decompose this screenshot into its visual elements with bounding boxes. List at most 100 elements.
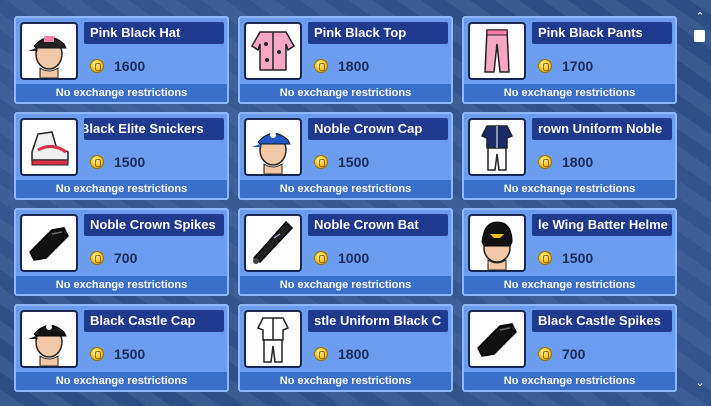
item-thumbnail — [20, 310, 78, 368]
bat-icon — [252, 220, 294, 264]
exchange-restriction: No exchange restrictions — [464, 372, 675, 390]
exchange-restriction: No exchange restrictions — [16, 84, 227, 102]
item-thumbnail — [244, 310, 302, 368]
item-price: 700 — [114, 250, 138, 266]
item-card[interactable]: S Fx Pink Black Pants 1700 No exchange r… — [462, 16, 677, 104]
item-thumbnail — [20, 214, 78, 272]
exchange-restriction: No exchange restrictions — [240, 276, 451, 294]
exchange-restriction: No exchange restrictions — [16, 372, 227, 390]
scrollbar[interactable]: ⌃ ⌄ — [693, 10, 707, 396]
price-row: 1600 — [90, 56, 145, 76]
price-row: 1500 — [90, 152, 145, 172]
cap-on-head-icon — [252, 132, 291, 174]
exchange-restriction: No exchange restrictions — [16, 180, 227, 198]
coin-icon — [538, 155, 552, 169]
item-card[interactable]: Noble Crown Bat 1000 No exchange restric… — [238, 208, 453, 296]
coin-icon — [538, 347, 552, 361]
scrollbar-thumb[interactable] — [694, 30, 705, 42]
item-card[interactable]: S stle Uniform Black C 1800 No exchange … — [238, 304, 453, 392]
coin-icon — [314, 155, 328, 169]
item-card[interactable]: S Black Castle Spikes 700 No exchange re… — [462, 304, 677, 392]
item-price: 1700 — [562, 58, 594, 74]
item-name: Black Castle Cap — [84, 310, 224, 332]
item-name: Pink Black Hat — [84, 22, 224, 44]
chevron-up-icon[interactable]: ⌃ — [693, 10, 707, 24]
exchange-restriction: No exchange restrictions — [16, 276, 227, 294]
price-row: 1800 — [314, 56, 369, 76]
price-row: 1000 — [314, 248, 369, 268]
item-card[interactable]: Noble Crown Cap 1500 No exchange restric… — [238, 112, 453, 200]
item-grid: Fx Pink Black Hat 1600 No exchange restr… — [14, 16, 677, 392]
item-card[interactable]: Fx Pink Black Hat 1600 No exchange restr… — [14, 16, 229, 104]
uniform-icon — [256, 317, 290, 363]
exchange-restriction: No exchange restrictions — [240, 84, 451, 102]
jacket-icon — [251, 31, 295, 71]
coin-icon — [90, 251, 104, 265]
coin-icon — [90, 59, 104, 73]
coin-icon — [538, 59, 552, 73]
item-name: rown Uniform Noble — [532, 118, 672, 140]
uniform-icon — [480, 125, 514, 171]
item-name: Noble Crown Spikes — [84, 214, 224, 236]
item-thumbnail — [468, 118, 526, 176]
item-thumbnail — [468, 214, 526, 272]
price-row: 1500 — [90, 344, 145, 364]
item-price: 1800 — [562, 154, 594, 170]
item-price: 1500 — [338, 154, 370, 170]
item-thumbnail — [468, 310, 526, 368]
item-card[interactable]: S Noble Crown Spikes 700 No exchange res… — [14, 208, 229, 296]
coin-icon — [314, 59, 328, 73]
coin-icon — [314, 347, 328, 361]
exchange-restriction: No exchange restrictions — [240, 180, 451, 198]
exchange-restriction: No exchange restrictions — [464, 84, 675, 102]
exchange-restriction: No exchange restrictions — [464, 180, 675, 198]
item-card[interactable]: S Fx Black Elite Snickers 1500 No exchan… — [14, 112, 229, 200]
item-price: 1500 — [114, 346, 146, 362]
chevron-down-icon[interactable]: ⌄ — [693, 376, 707, 390]
exchange-restriction: No exchange restrictions — [240, 372, 451, 390]
item-name: Pink Black Pants — [532, 22, 672, 44]
cap-on-head-icon — [28, 324, 67, 366]
item-price: 1500 — [562, 250, 594, 266]
item-card[interactable]: le Wing Batter Helme 1500 No exchange re… — [462, 208, 677, 296]
item-price: 1600 — [114, 58, 146, 74]
item-name: le Wing Batter Helme — [532, 214, 672, 236]
coin-icon — [90, 347, 104, 361]
item-card[interactable]: S rown Uniform Noble 1800 No exchange re… — [462, 112, 677, 200]
item-card[interactable]: S Fx Pink Black Top 1800 No exchange res… — [238, 16, 453, 104]
sneaker-icon — [31, 131, 69, 166]
item-price: 1000 — [338, 250, 370, 266]
cap-on-head-icon — [28, 36, 67, 78]
item-price: 1800 — [338, 346, 370, 362]
item-thumbnail — [244, 118, 302, 176]
exchange-restriction: No exchange restrictions — [464, 276, 675, 294]
price-row: 1800 — [538, 152, 593, 172]
pants-icon — [484, 29, 510, 73]
item-thumbnail — [468, 22, 526, 80]
coin-icon — [90, 155, 104, 169]
price-row: 1700 — [538, 56, 593, 76]
price-row: 700 — [538, 344, 585, 364]
item-thumbnail — [20, 22, 78, 80]
item-price: 700 — [562, 346, 586, 362]
item-price: 1500 — [114, 154, 146, 170]
price-row: 1800 — [314, 344, 369, 364]
item-name: Black Castle Spikes — [532, 310, 672, 332]
item-thumbnail — [244, 214, 302, 272]
coin-icon — [538, 251, 552, 265]
item-thumbnail — [244, 22, 302, 80]
item-thumbnail — [20, 118, 78, 176]
coin-icon — [314, 251, 328, 265]
item-name: Noble Crown Bat — [308, 214, 448, 236]
item-price: 1800 — [338, 58, 370, 74]
item-name: Noble Crown Cap — [308, 118, 448, 140]
item-name: stle Uniform Black C — [308, 310, 448, 332]
price-row: 1500 — [538, 248, 593, 268]
item-name: Pink Black Top — [308, 22, 448, 44]
item-name: Black Elite Snickers — [84, 118, 224, 140]
price-row: 700 — [90, 248, 137, 268]
price-row: 1500 — [314, 152, 369, 172]
item-card[interactable]: Black Castle Cap 1500 No exchange restri… — [14, 304, 229, 392]
cleats-icon — [29, 227, 69, 261]
helmet-icon — [481, 221, 513, 270]
